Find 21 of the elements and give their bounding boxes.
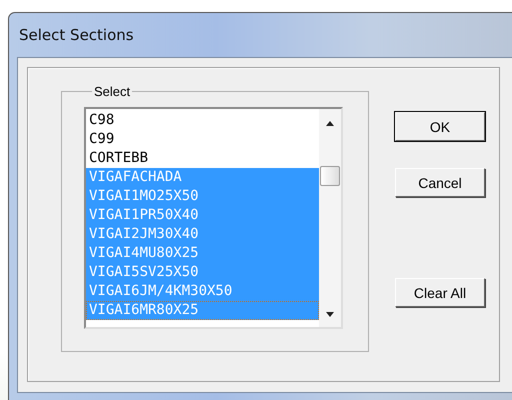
scroll-down-icon[interactable] (326, 312, 334, 317)
window-title: Select Sections (18, 26, 134, 44)
scrollbar[interactable] (319, 109, 341, 327)
list-item[interactable]: VIGAI1PR50X40 (86, 206, 319, 225)
list-item[interactable]: VIGAFACHADA (86, 168, 319, 187)
section-list[interactable]: C98 C99 CORTEBB VIGAFACHADA VIGAI1MO25X50 VIGAI1PR50X40 VIGAI2JM30X40 VIGAI4MU80X25 VIGAI5SV25X50 VIGAI6JM/4KM30X50 VIGAI6MR80X25 (84, 107, 343, 329)
dialog-button[interactable]: Cancel (395, 168, 485, 197)
dialog-button[interactable]: OK (395, 112, 485, 141)
list-item[interactable]: CORTEBB (86, 149, 319, 168)
list-item[interactable]: VIGAI6MR80X25 (86, 301, 319, 320)
group-label: Select (93, 84, 132, 99)
list-item[interactable]: VIGAI1MO25X50 (86, 187, 319, 206)
list-item[interactable]: VIGAI4MU80X25 (86, 244, 319, 263)
list-item[interactable]: C99 (86, 130, 319, 149)
scroll-thumb[interactable] (320, 166, 340, 186)
dialog-button[interactable]: Clear All (395, 278, 485, 307)
list-item[interactable]: VIGAI5SV25X50 (86, 263, 319, 282)
list-item[interactable]: VIGAI2JM30X40 (86, 225, 319, 244)
scroll-up-icon[interactable] (326, 121, 334, 126)
list-item[interactable]: VIGAI6JM/4KM30X50 (86, 282, 319, 301)
list-item[interactable]: C98 (86, 111, 319, 130)
